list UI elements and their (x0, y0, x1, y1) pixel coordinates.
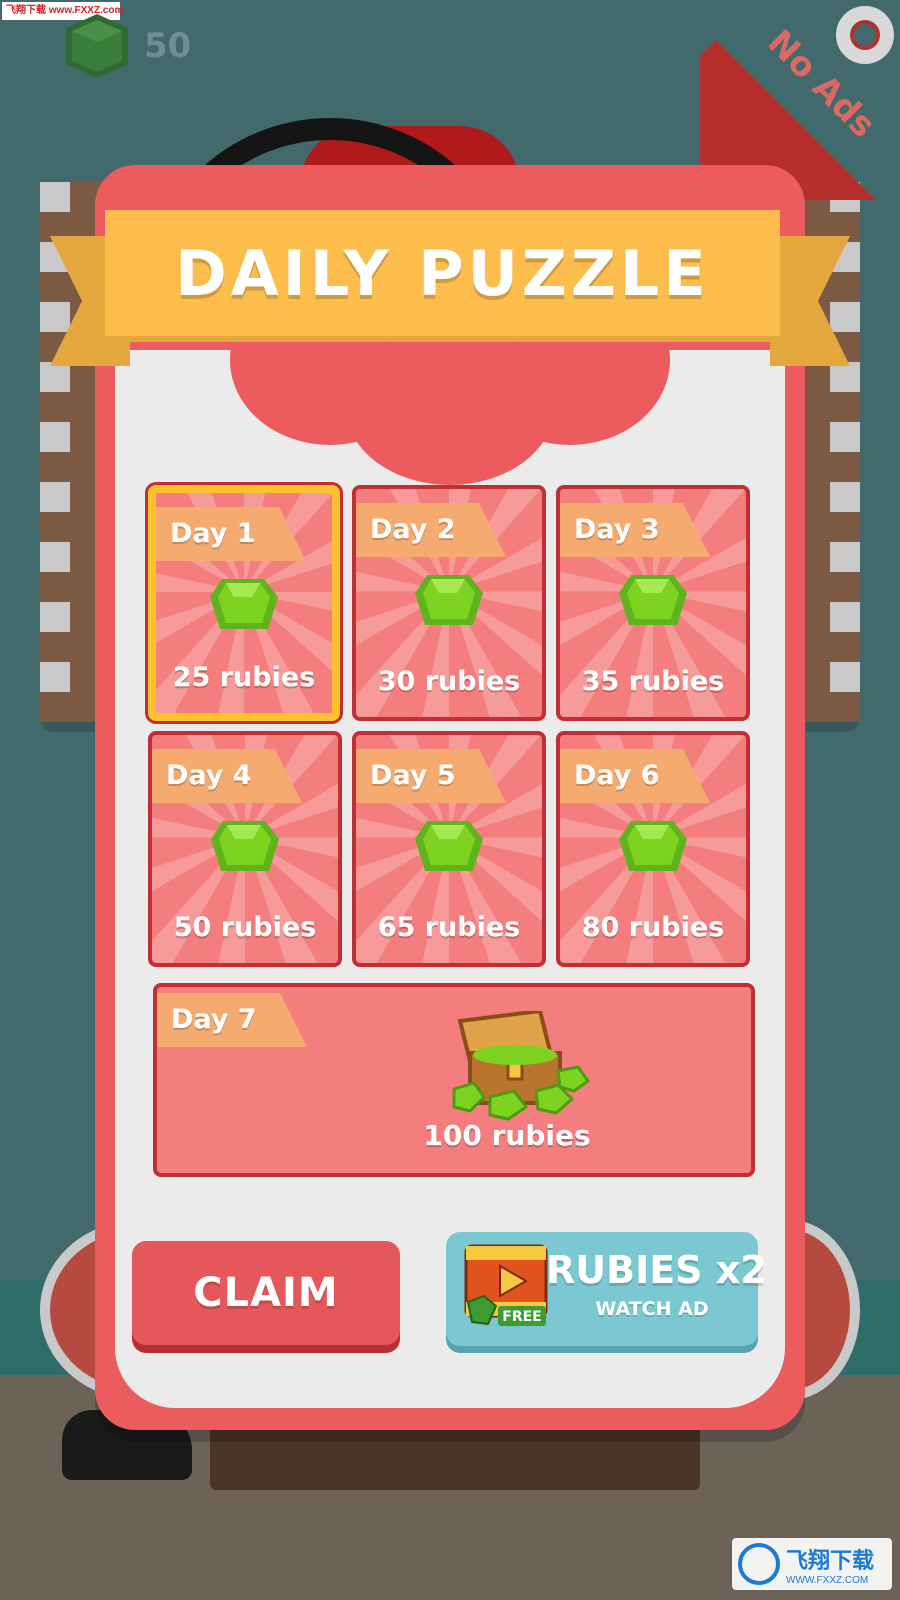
ruby-counter: 50 (62, 12, 191, 80)
day-reward: 100 rubies (423, 1119, 591, 1152)
green-gem-icon (415, 821, 483, 871)
day-reward: 25 rubies (172, 662, 316, 693)
watch-ad-subtitle: WATCH AD (595, 1298, 709, 1320)
green-gem-icon (619, 575, 687, 625)
day-reward: 50 rubies (173, 912, 317, 943)
watermark-url: WWW.FXXZ.COM (786, 1574, 869, 1586)
green-gem-icon (211, 821, 279, 871)
green-gem-icon (619, 821, 687, 871)
watch-ad-button[interactable]: FREE RUBIES x2 WATCH AD (446, 1232, 767, 1346)
green-gem-icon (415, 575, 483, 625)
day-reward: 80 rubies (581, 912, 725, 943)
day-tile-6[interactable]: Day 6 80 rubies (556, 731, 750, 967)
title-banner: DAILY PUZZLE (105, 210, 780, 336)
day-tile-7[interactable]: Day 7 100 rubies (153, 983, 755, 1177)
day-reward: 65 rubies (377, 912, 521, 943)
decor-cloud (345, 325, 555, 485)
watch-ad-title: RUBIES x2 (546, 1248, 767, 1292)
claim-label: CLAIM (193, 1270, 339, 1316)
day-tile-2[interactable]: Day 2 30 rubies (352, 485, 546, 721)
lifebuoy-icon (836, 6, 894, 64)
watermark-bottom: 飞翔下载 WWW.FXXZ.COM (732, 1538, 892, 1590)
green-gem-icon (210, 579, 278, 629)
watermark-logo-icon (738, 1543, 780, 1585)
day-reward: 30 rubies (377, 666, 521, 697)
treasure-chest-icon (452, 1011, 590, 1121)
day-label: Day 7 (157, 993, 307, 1047)
watermark-text: 飞翔下载 WWW.FXXZ.COM (786, 1543, 874, 1586)
free-badge: FREE (502, 1309, 541, 1325)
day-tile-3[interactable]: Day 3 35 rubies (556, 485, 750, 721)
claim-button[interactable]: CLAIM (132, 1241, 400, 1345)
video-play-icon: FREE (464, 1244, 548, 1326)
day-reward: 35 rubies (581, 666, 725, 697)
dialog-title: DAILY PUZZLE (175, 236, 710, 310)
watermark-name: 飞翔下载 (786, 1548, 875, 1574)
ruby-count: 50 (144, 26, 192, 66)
day-tile-1[interactable]: Day 1 25 rubies (148, 485, 340, 721)
day-tile-4[interactable]: Day 4 50 rubies (148, 731, 342, 967)
green-gem-icon (66, 14, 128, 78)
day-tile-5[interactable]: Day 5 65 rubies (352, 731, 546, 967)
